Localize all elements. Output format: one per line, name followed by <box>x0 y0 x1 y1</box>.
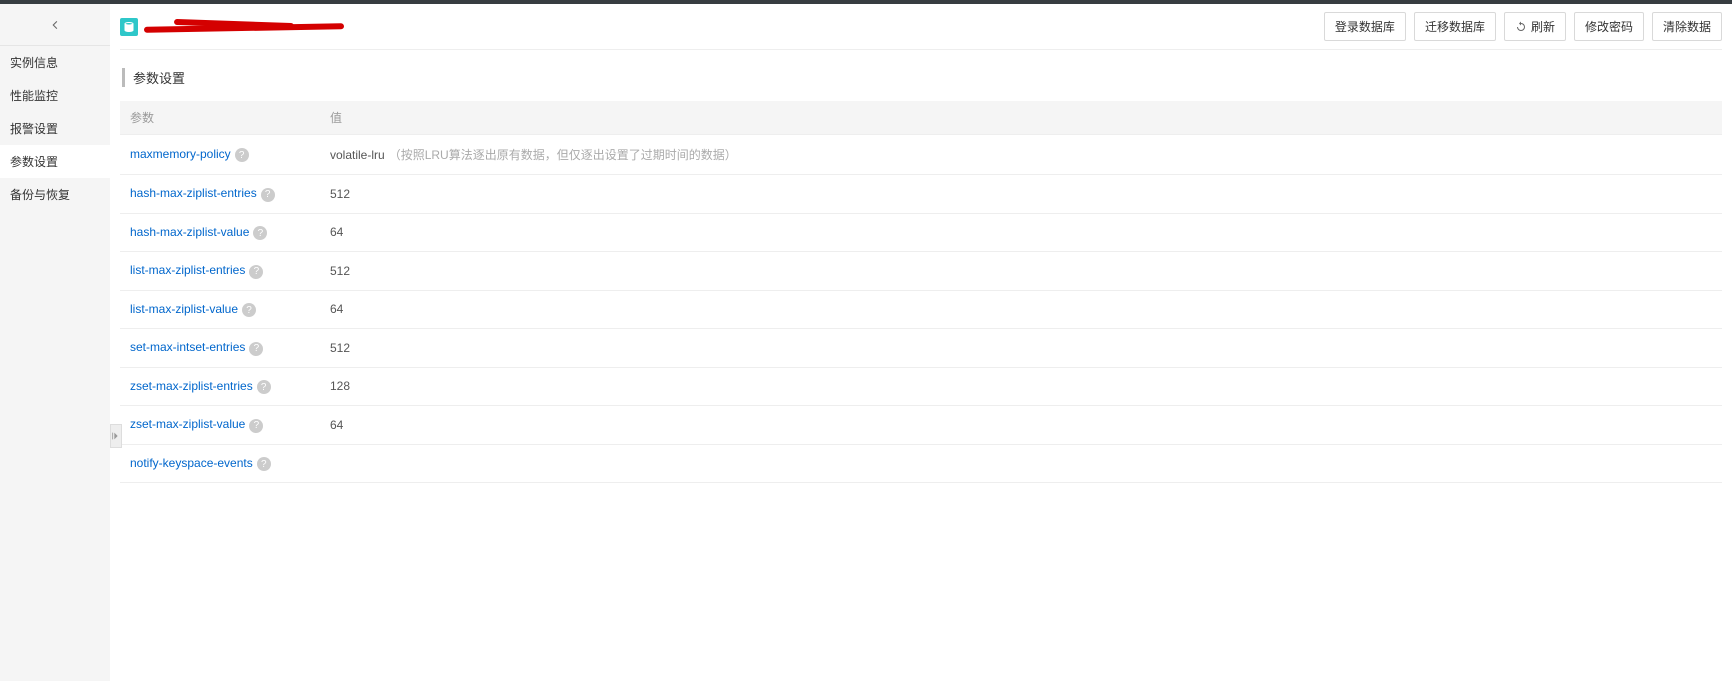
param-row: hash-max-ziplist-value? 64 <box>120 213 1722 252</box>
header-actions: 登录数据库 迁移数据库 刷新 修改密码 清除数据 <box>1324 12 1722 41</box>
param-value: 64 <box>320 406 1722 445</box>
param-name-link[interactable]: hash-max-ziplist-entries <box>130 186 257 200</box>
param-name-link[interactable]: zset-max-ziplist-value <box>130 417 245 431</box>
sidebar-item-3[interactable]: 参数设置 <box>0 145 110 178</box>
section-title: 参数设置 <box>122 68 1722 87</box>
chevron-left-icon <box>49 19 61 31</box>
param-row: list-max-ziplist-entries? 512 <box>120 252 1722 291</box>
help-icon[interactable]: ? <box>253 226 267 240</box>
param-row: hash-max-ziplist-entries? 512 <box>120 175 1722 214</box>
refresh-icon <box>1515 21 1527 33</box>
database-icon <box>120 18 138 36</box>
param-name-link[interactable]: list-max-ziplist-entries <box>130 263 245 277</box>
page-header: 登录数据库 迁移数据库 刷新 修改密码 清除数据 <box>120 4 1722 50</box>
help-icon[interactable]: ? <box>257 457 271 471</box>
migrate-database-button[interactable]: 迁移数据库 <box>1414 12 1496 41</box>
param-row: zset-max-ziplist-value? 64 <box>120 406 1722 445</box>
sidebar-item-2[interactable]: 报警设置 <box>0 112 110 145</box>
sidebar-item-4[interactable]: 备份与恢复 <box>0 178 110 211</box>
param-value: 128 <box>320 367 1722 406</box>
sidebar-item-0[interactable]: 实例信息 <box>0 46 110 79</box>
param-name-link[interactable]: maxmemory-policy <box>130 147 231 161</box>
param-value: 64 <box>320 213 1722 252</box>
param-value: volatile-lru（按照LRU算法逐出原有数据，但仅逐出设置了过期时间的数… <box>320 135 1722 175</box>
param-row: zset-max-ziplist-entries? 128 <box>120 367 1722 406</box>
param-row: set-max-intset-entries? 512 <box>120 329 1722 368</box>
help-icon[interactable]: ? <box>257 380 271 394</box>
param-value: 64 <box>320 290 1722 329</box>
column-header-param: 参数 <box>120 101 320 135</box>
login-database-button[interactable]: 登录数据库 <box>1324 12 1406 41</box>
param-name-link[interactable]: hash-max-ziplist-value <box>130 225 249 239</box>
param-name-link[interactable]: list-max-ziplist-value <box>130 302 238 316</box>
param-row: notify-keyspace-events? <box>120 444 1722 483</box>
main-content: 登录数据库 迁移数据库 刷新 修改密码 清除数据 参数设置 参数 值 maxme… <box>110 4 1732 681</box>
sidebar-item-1[interactable]: 性能监控 <box>0 79 110 112</box>
help-icon[interactable]: ? <box>249 342 263 356</box>
help-icon[interactable]: ? <box>261 188 275 202</box>
param-value: 512 <box>320 252 1722 291</box>
param-row: maxmemory-policy? volatile-lru（按照LRU算法逐出原… <box>120 135 1722 175</box>
param-value: 512 <box>320 175 1722 214</box>
back-button[interactable] <box>0 4 110 46</box>
help-icon[interactable]: ? <box>242 303 256 317</box>
param-value <box>320 444 1722 483</box>
refresh-button[interactable]: 刷新 <box>1504 12 1566 41</box>
instance-name-redacted <box>144 17 344 37</box>
param-value: 512 <box>320 329 1722 368</box>
param-name-link[interactable]: set-max-intset-entries <box>130 340 245 354</box>
change-password-button[interactable]: 修改密码 <box>1574 12 1644 41</box>
help-icon[interactable]: ? <box>249 419 263 433</box>
column-header-value: 值 <box>320 101 1722 135</box>
sidebar: 实例信息性能监控报警设置参数设置备份与恢复 <box>0 4 110 681</box>
sidebar-collapse-toggle[interactable] <box>110 424 122 448</box>
param-name-link[interactable]: zset-max-ziplist-entries <box>130 379 253 393</box>
param-name-link[interactable]: notify-keyspace-events <box>130 456 253 470</box>
help-icon[interactable]: ? <box>235 148 249 162</box>
param-row: list-max-ziplist-value? 64 <box>120 290 1722 329</box>
clear-data-button[interactable]: 清除数据 <box>1652 12 1722 41</box>
help-icon[interactable]: ? <box>249 265 263 279</box>
param-value-note: （按照LRU算法逐出原有数据，但仅逐出设置了过期时间的数据） <box>389 148 737 162</box>
collapse-icon <box>111 431 121 441</box>
params-table: 参数 值 maxmemory-policy? volatile-lru（按照LRU… <box>120 101 1722 483</box>
